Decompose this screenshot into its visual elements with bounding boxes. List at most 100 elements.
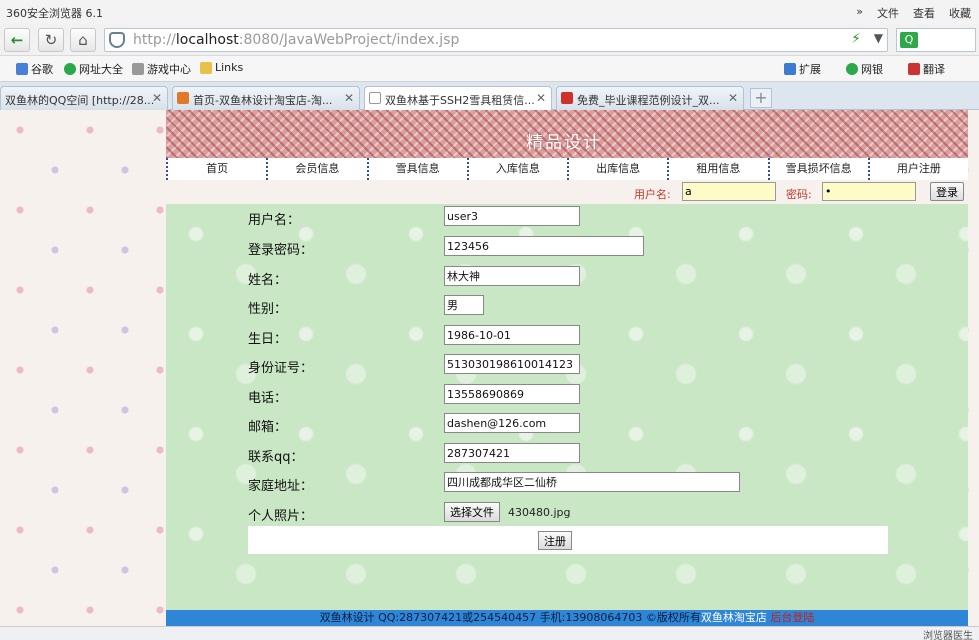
tab-bar: 双鱼林的QQ空间 [http://28... ✕ 首页-双鱼林设计淘宝店-淘...… [0, 82, 979, 111]
home-button[interactable]: ⌂ [70, 28, 96, 52]
menu-file[interactable]: 文件 [877, 5, 899, 21]
login-username-label: 用户名: [634, 188, 671, 201]
login-password-input[interactable] [822, 182, 916, 201]
taobao-icon [177, 92, 189, 104]
menu-more[interactable]: » [856, 5, 863, 21]
fav-links[interactable]: Links [200, 61, 243, 74]
birthday-label: 生日： [248, 332, 288, 347]
status-text[interactable]: 浏览器医生 [923, 627, 973, 640]
id-number-input[interactable] [444, 354, 580, 374]
nav-stock-out[interactable]: 出库信息 [567, 158, 667, 180]
tab-free-design[interactable]: 免费_毕业课程范例设计_双... ✕ [556, 86, 744, 110]
chevron-down-icon[interactable]: ▼ [874, 31, 883, 45]
birthday-input[interactable] [444, 325, 580, 345]
menu-view[interactable]: 查看 [913, 5, 935, 21]
close-icon[interactable]: ✕ [344, 91, 354, 105]
browser-titlebar: 360安全浏览器 6.1 » 文件 查看 收藏 [0, 0, 979, 24]
choose-file-button[interactable]: 选择文件 [444, 502, 500, 522]
status-bar: 浏览器医生 [0, 626, 979, 640]
nav-damage[interactable]: 雪具损坏信息 [767, 158, 868, 180]
nav-home[interactable]: 首页 [166, 158, 266, 180]
browser-menu: » 文件 查看 收藏 [856, 5, 971, 21]
photo-label: 个人照片： [248, 509, 314, 524]
url-input[interactable]: http://localhost:8080/JavaWebProject/ind… [104, 28, 888, 52]
nav-gear[interactable]: 雪具信息 [366, 158, 467, 180]
site-banner: 精品设计 [166, 110, 968, 158]
new-tab-button[interactable]: + [750, 88, 772, 108]
tool-extensions[interactable]: 扩展 [784, 61, 821, 77]
arrow-left-icon: ← [10, 31, 24, 49]
username-input[interactable] [444, 206, 580, 226]
footer-admin-link[interactable]: 后台登陆 [770, 611, 814, 624]
tab-taobao[interactable]: 首页-双鱼林设计淘宝店-淘... ✕ [172, 86, 360, 110]
search-engine-selector[interactable]: Q [896, 28, 976, 52]
qq-input[interactable] [444, 443, 580, 463]
form-row-photo: 个人照片： 选择文件 430480.jpg [248, 500, 748, 526]
gender-input[interactable] [444, 295, 484, 315]
login-username-input[interactable] [682, 182, 776, 201]
tab-current[interactable]: 双鱼林基于SSH2雪具租赁信... ✕ [364, 86, 552, 111]
register-button[interactable]: 注册 [538, 531, 572, 550]
site-footer: 双鱼林设计 QQ:287307421或254540457 手机:13908064… [166, 610, 968, 626]
banner-slogan: 精品设计 [526, 133, 602, 153]
footer-text: 双鱼林设计 QQ:287307421或254540457 手机:13908064… [319, 611, 701, 624]
grid-icon [784, 63, 796, 75]
folder-icon [200, 61, 212, 74]
google-icon [16, 63, 28, 75]
file-name: 430480.jpg [508, 506, 571, 519]
phone-input[interactable] [444, 384, 580, 404]
site-icon [561, 92, 573, 104]
refresh-button[interactable]: ↻ [38, 28, 64, 52]
back-button[interactable]: ← [4, 28, 30, 52]
close-icon[interactable]: ✕ [536, 91, 546, 105]
site-nav: 首页 会员信息 雪具信息 入库信息 出库信息 租用信息 雪具损坏信息 用户注册 [166, 158, 968, 180]
web-page: 精品设计 首页 会员信息 雪具信息 入库信息 出库信息 租用信息 雪具损坏信息 … [0, 110, 979, 626]
home-icon: ⌂ [78, 31, 88, 49]
plus-icon: + [754, 88, 768, 107]
tool-translate[interactable]: 翻译 [908, 61, 945, 77]
site-nav-icon [64, 63, 76, 75]
shield-icon [109, 32, 125, 48]
fav-google[interactable]: 谷歌 [16, 61, 53, 77]
refresh-icon: ↻ [44, 31, 58, 49]
close-icon[interactable]: ✕ [728, 91, 738, 105]
email-input[interactable] [444, 413, 580, 433]
page-icon [369, 92, 381, 104]
fav-sites[interactable]: 网址大全 [64, 61, 123, 77]
password-input[interactable] [444, 236, 644, 256]
search-engine-icon: Q [900, 32, 918, 48]
address-label: 家庭地址： [248, 479, 314, 494]
nav-register[interactable]: 用户注册 [867, 158, 968, 180]
lightning-icon[interactable]: ⚡ [851, 31, 861, 47]
login-bar: 用户名: 密码: 登录 [166, 180, 968, 204]
address-input[interactable] [444, 472, 740, 492]
email-label: 邮箱： [248, 420, 288, 435]
name-label: 姓名： [248, 273, 288, 288]
menu-favorites[interactable]: 收藏 [949, 5, 971, 21]
browser-title: 360安全浏览器 6.1 [6, 7, 103, 20]
login-password-label: 密码: [786, 188, 812, 201]
footer-shop-link[interactable]: 双鱼林淘宝店 [701, 611, 767, 624]
nav-stock-in[interactable]: 入库信息 [466, 158, 567, 180]
qq-label: 联系qq： [248, 450, 304, 465]
phone-label: 电话： [248, 391, 288, 406]
tool-bank[interactable]: 网银 [846, 61, 883, 77]
nav-rentals[interactable]: 租用信息 [667, 158, 767, 180]
bank-icon [846, 63, 858, 75]
nav-members[interactable]: 会员信息 [266, 158, 366, 180]
username-label: 用户名： [248, 213, 301, 228]
address-bar: ← ↻ ⌂ http://localhost:8080/JavaWebProje… [0, 24, 979, 56]
registration-form: 用户名： 登录密码： 姓名： 性别： 生日： 身份证号： 电话： 邮箱： [166, 204, 968, 610]
gamepad-icon [132, 63, 144, 75]
submit-strip: 注册 [248, 526, 888, 554]
fav-games[interactable]: 游戏中心 [132, 61, 191, 77]
gender-label: 性别： [248, 302, 288, 317]
favorites-bar: 谷歌 网址大全 游戏中心 Links 扩展 网银 翻译 [0, 56, 979, 82]
password-label: 登录密码： [248, 243, 314, 258]
close-icon[interactable]: ✕ [152, 91, 162, 105]
tab-qq-space[interactable]: 双鱼林的QQ空间 [http://28... ✕ [0, 86, 168, 110]
url-text: http://localhost:8080/JavaWebProject/ind… [133, 32, 460, 48]
login-button[interactable]: 登录 [930, 182, 964, 201]
id-number-label: 身份证号： [248, 361, 314, 376]
name-input[interactable] [444, 266, 580, 286]
